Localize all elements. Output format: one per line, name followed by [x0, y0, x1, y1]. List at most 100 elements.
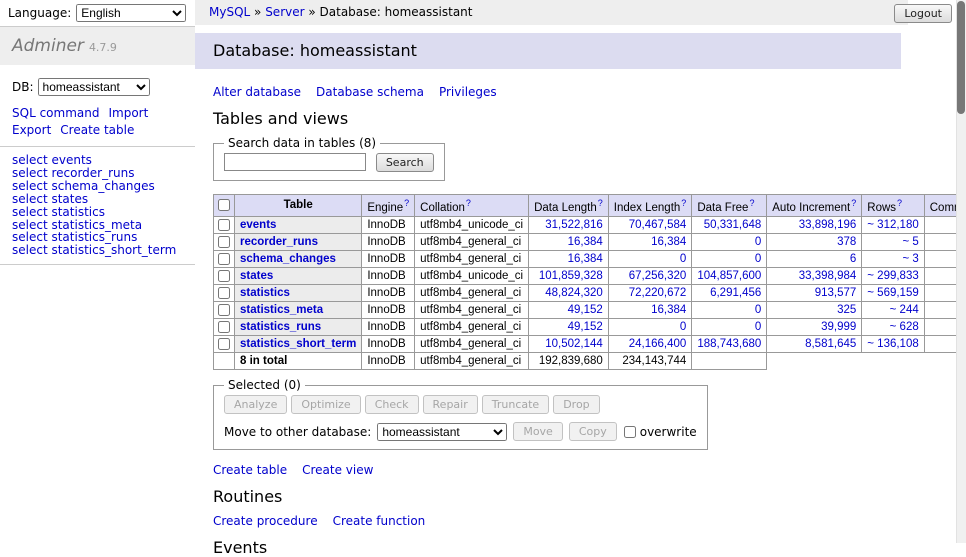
total-engine: InnoDB	[362, 353, 415, 370]
sidebar-table-events[interactable]: select events	[12, 154, 183, 167]
sidebar-table-statistics[interactable]: select statistics	[12, 206, 183, 219]
column-help-link[interactable]: ?	[851, 198, 856, 208]
data-length-cell: 10,502,144	[529, 336, 609, 353]
engine-cell: InnoDB	[362, 250, 415, 267]
index-length-link[interactable]: 16,384	[651, 236, 686, 248]
row-checkbox-statistics[interactable]	[218, 287, 230, 299]
index-length-link[interactable]: 0	[680, 321, 686, 333]
row-checkbox-recorder-runs[interactable]	[218, 236, 230, 248]
index-length-link[interactable]: 72,220,672	[629, 287, 687, 299]
rows-link[interactable]: ~ 244	[890, 304, 919, 316]
breadcrumb-link-server[interactable]: Server	[265, 5, 304, 19]
data-free-link[interactable]: 0	[755, 304, 761, 316]
rows-link[interactable]: ~ 628	[890, 321, 919, 333]
language-select[interactable]: English	[76, 4, 186, 22]
move-db-select[interactable]: homeassistant	[377, 423, 507, 441]
select-all-checkbox[interactable]	[218, 199, 230, 211]
data-length-link[interactable]: 48,824,320	[545, 287, 603, 299]
table-link-statistics[interactable]: statistics	[240, 287, 290, 299]
auto-increment-link[interactable]: 39,999	[821, 321, 856, 333]
search-button[interactable]: Search	[376, 153, 434, 172]
column-help-link[interactable]: ?	[897, 198, 902, 208]
table-link-states[interactable]: states	[240, 270, 273, 282]
sidebar-link-export[interactable]: Export	[12, 123, 51, 137]
sidebar-table-recorder-runs[interactable]: select recorder_runs	[12, 167, 183, 180]
sidebar-table-states[interactable]: select states	[12, 193, 183, 206]
create-create-table[interactable]: Create table	[213, 463, 287, 477]
db-select[interactable]: homeassistant	[38, 78, 150, 96]
index-length-link[interactable]: 67,256,320	[629, 270, 687, 282]
db-action-database-schema[interactable]: Database schema	[316, 85, 424, 99]
data-free-link[interactable]: 104,857,600	[697, 270, 761, 282]
data-length-link[interactable]: 31,522,816	[545, 219, 603, 231]
row-checkbox-schema-changes[interactable]	[218, 253, 230, 265]
data-length-link[interactable]: 49,152	[568, 321, 603, 333]
scrollbar[interactable]	[956, 0, 966, 543]
scrollbar-thumb[interactable]	[957, 1, 965, 114]
data-free-cell: 0	[692, 250, 767, 267]
data-free-link[interactable]: 188,743,680	[697, 338, 761, 350]
data-length-link[interactable]: 101,859,328	[539, 270, 603, 282]
data-length-link[interactable]: 16,384	[568, 236, 603, 248]
db-action-alter-database[interactable]: Alter database	[213, 85, 301, 99]
language-label: Language:	[8, 6, 71, 20]
collation-cell: utf8mb4_general_ci	[415, 284, 529, 301]
db-action-privileges[interactable]: Privileges	[439, 85, 497, 99]
row-checkbox-statistics-meta[interactable]	[218, 304, 230, 316]
table-link-recorder-runs[interactable]: recorder_runs	[240, 236, 318, 248]
rows-link[interactable]: ~ 3	[902, 253, 918, 265]
data-free-link[interactable]: 6,291,456	[710, 287, 761, 299]
data-free-link[interactable]: 0	[755, 253, 761, 265]
auto-increment-link[interactable]: 378	[837, 236, 856, 248]
table-link-statistics-runs[interactable]: statistics_runs	[240, 321, 321, 333]
column-help-link[interactable]: ?	[598, 198, 603, 208]
table-link-events[interactable]: events	[240, 219, 276, 231]
column-help-link[interactable]: ?	[404, 198, 409, 208]
sidebar-link-import[interactable]: Import	[108, 106, 148, 120]
logout-button[interactable]: Logout	[894, 4, 952, 23]
auto-increment-link[interactable]: 33,898,196	[799, 219, 857, 231]
index-length-link[interactable]: 70,467,584	[629, 219, 687, 231]
sidebar-link-sql-command[interactable]: SQL command	[12, 106, 99, 120]
breadcrumb-link-mysql[interactable]: MySQL	[209, 5, 250, 19]
routine-create-function[interactable]: Create function	[333, 514, 426, 528]
adminer-logo[interactable]: Adminer	[12, 36, 84, 56]
auto-increment-link[interactable]: 913,577	[815, 287, 857, 299]
auto-increment-link[interactable]: 6	[850, 253, 856, 265]
row-checkbox-statistics-short-term[interactable]	[218, 338, 230, 350]
search-input[interactable]	[224, 153, 366, 171]
row-checkbox-statistics-runs[interactable]	[218, 321, 230, 333]
column-help-link[interactable]: ?	[749, 198, 754, 208]
rows-link[interactable]: ~ 5	[902, 236, 918, 248]
create-create-view[interactable]: Create view	[302, 463, 373, 477]
auto-increment-link[interactable]: 8,581,645	[805, 338, 856, 350]
data-free-link[interactable]: 0	[755, 321, 761, 333]
sidebar-link-create-table[interactable]: Create table	[60, 123, 134, 137]
index-length-link[interactable]: 16,384	[651, 304, 686, 316]
rows-link[interactable]: ~ 569,159	[867, 287, 918, 299]
sidebar-table-statistics-short-term[interactable]: select statistics_short_term	[12, 244, 183, 257]
data-length-link[interactable]: 16,384	[568, 253, 603, 265]
data-free-link[interactable]: 50,331,648	[704, 219, 762, 231]
rows-link[interactable]: ~ 136,108	[867, 338, 918, 350]
rows-link[interactable]: ~ 312,180	[867, 219, 918, 231]
data-free-cell: 0	[692, 319, 767, 336]
column-help-link[interactable]: ?	[681, 198, 686, 208]
data-length-link[interactable]: 10,502,144	[545, 338, 603, 350]
data-free-link[interactable]: 0	[755, 236, 761, 248]
column-help-link[interactable]: ?	[466, 198, 471, 208]
routine-create-procedure[interactable]: Create procedure	[213, 514, 318, 528]
table-link-statistics-meta[interactable]: statistics_meta	[240, 304, 323, 316]
row-checkbox-states[interactable]	[218, 270, 230, 282]
auto-increment-link[interactable]: 33,398,984	[799, 270, 857, 282]
auto-increment-link[interactable]: 325	[837, 304, 856, 316]
data-length-link[interactable]: 49,152	[568, 304, 603, 316]
rows-link[interactable]: ~ 299,833	[867, 270, 918, 282]
overwrite-checkbox[interactable]	[624, 426, 636, 438]
table-link-schema-changes[interactable]: schema_changes	[240, 253, 336, 265]
index-length-link[interactable]: 24,166,400	[629, 338, 687, 350]
index-length-link[interactable]: 0	[680, 253, 686, 265]
table-link-statistics-short-term[interactable]: statistics_short_term	[240, 338, 356, 350]
row-checkbox-events[interactable]	[218, 219, 230, 231]
sidebar-table-schema-changes[interactable]: select schema_changes	[12, 180, 183, 193]
